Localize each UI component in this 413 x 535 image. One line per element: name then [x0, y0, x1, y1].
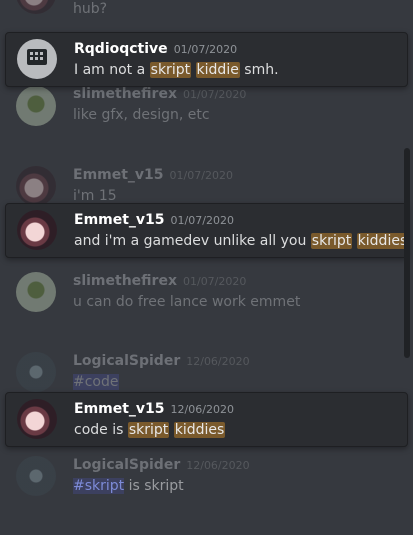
- message-text: hub?: [73, 1, 108, 17]
- timestamp: 12/06/2020: [186, 459, 250, 472]
- avatar: [16, 166, 56, 206]
- avatar: [16, 272, 56, 312]
- search-highlight: kiddies: [356, 233, 409, 249]
- search-highlight: skript: [127, 422, 170, 438]
- search-highlight: kiddie: [195, 62, 240, 78]
- message-text: I am not a skript kiddie smh.: [74, 62, 279, 78]
- avatar: [17, 210, 57, 250]
- timestamp: 01/07/2020: [173, 43, 238, 56]
- timestamp: 01/07/2020: [182, 88, 247, 101]
- timestamp: 01/07/2020: [169, 169, 233, 182]
- author-name[interactable]: Rqdioqctive 01/07/2020: [74, 41, 237, 57]
- timestamp: 12/06/2020: [186, 355, 250, 368]
- author-name[interactable]: Emmet_v15 01/07/2020: [74, 212, 234, 228]
- author-name: LogicalSpider 12/06/2020: [73, 457, 250, 473]
- author-name: Emmet_v15 01/07/2020: [73, 167, 233, 183]
- scrollbar-track[interactable]: [404, 0, 410, 535]
- avatar: [16, 86, 56, 126]
- avatar: [17, 399, 57, 439]
- timestamp: 01/07/2020: [182, 275, 247, 288]
- timestamp: 01/07/2020: [170, 214, 234, 227]
- author-name: LogicalSpider 12/06/2020: [73, 353, 250, 369]
- timestamp: 12/06/2020: [170, 403, 234, 416]
- channel-mention[interactable]: #code: [73, 374, 119, 390]
- message-text: like gfx, design, etc: [73, 107, 210, 123]
- message-text: code is skript kiddies: [74, 422, 226, 438]
- message-text: i'm 15: [73, 188, 117, 204]
- avatar: [16, 0, 56, 14]
- search-result[interactable]: Emmet_v15 12/06/2020 code is skript kiddi…: [5, 392, 408, 447]
- search-highlight: skript: [149, 62, 192, 78]
- search-highlight: skript: [310, 233, 353, 249]
- message-text: u can do free lance work emmet: [73, 294, 301, 310]
- message-text: #skript is skript: [73, 478, 184, 494]
- scrollbar-thumb[interactable]: [404, 148, 410, 358]
- message-text: and i'm a gamedev unlike all you skript …: [74, 233, 409, 249]
- search-result[interactable]: Emmet_v15 01/07/2020 and i'm a gamedev un…: [5, 203, 409, 258]
- avatar: [16, 456, 56, 496]
- search-result[interactable]: Rqdioqctive 01/07/2020 I am not a skript …: [5, 32, 408, 87]
- avatar: [16, 352, 56, 392]
- author-name: slimethefirex 01/07/2020: [73, 273, 247, 289]
- author-name: slimethefirex 01/07/2020: [73, 86, 247, 102]
- avatar: [17, 39, 57, 79]
- author-name[interactable]: Emmet_v15 12/06/2020: [74, 401, 234, 417]
- search-highlight: kiddies: [173, 422, 226, 438]
- channel-mention[interactable]: #skript: [73, 478, 125, 494]
- bot-icon: [27, 49, 47, 65]
